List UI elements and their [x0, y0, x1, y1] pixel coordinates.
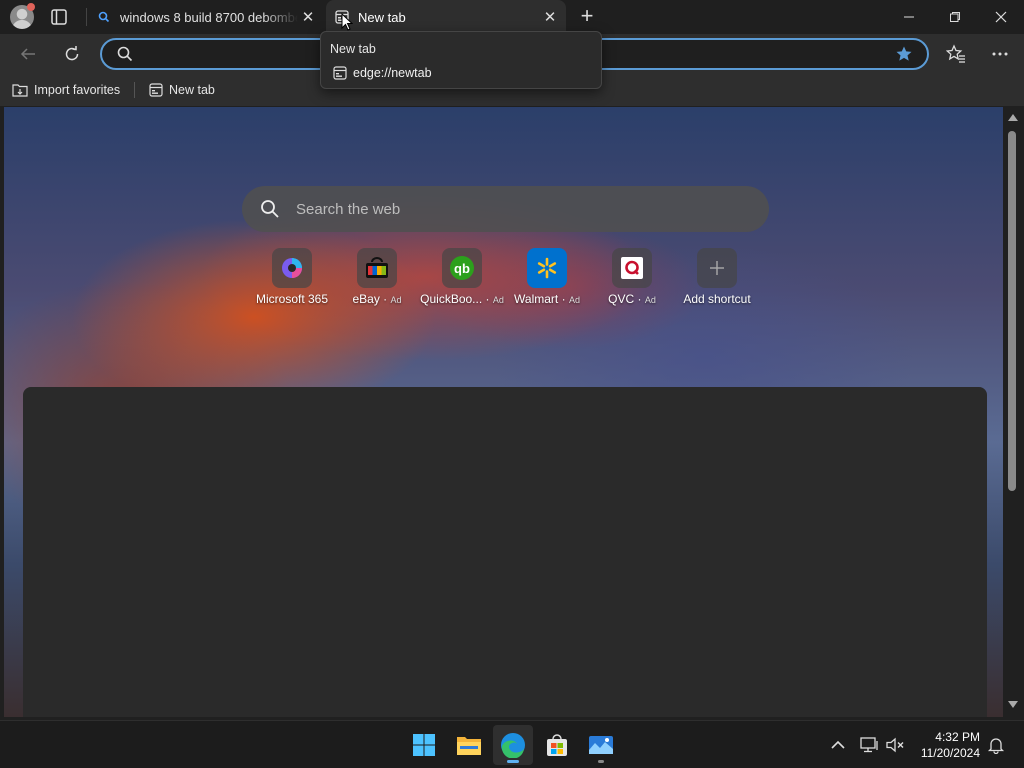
tab-close-icon[interactable]: ✕: [298, 7, 318, 27]
close-window-icon[interactable]: [978, 0, 1024, 34]
web-search-box[interactable]: [242, 186, 769, 232]
svg-text:qb: qb: [454, 261, 470, 276]
scroll-up-arrow-icon[interactable]: [1008, 114, 1018, 121]
quickbooks-icon: qb: [442, 248, 482, 288]
page-scrollbar[interactable]: [1003, 107, 1024, 717]
shortcut-label: eBay: [352, 292, 380, 306]
notification-bell-icon[interactable]: [986, 735, 1006, 755]
bookmark-import-favorites[interactable]: Import favorites: [12, 81, 120, 99]
shortcut-label: QVC: [608, 292, 635, 306]
shortcut-qvc[interactable]: QVC · Ad: [589, 248, 675, 312]
shortcut-add[interactable]: Add shortcut: [674, 248, 760, 312]
photos-app-icon[interactable]: [581, 725, 621, 765]
tab-separator: [86, 8, 87, 26]
folder-import-icon: [12, 84, 28, 97]
file-explorer-icon[interactable]: [449, 725, 489, 765]
search-icon: [117, 46, 133, 67]
title-bar: windows 8 build 8700 debombed ✕ New tab …: [0, 0, 1024, 34]
minimize-icon[interactable]: [886, 0, 932, 34]
clock-time: 4:32 PM: [935, 730, 980, 744]
favorites-icon[interactable]: [944, 42, 968, 66]
suggestion-header: New tab: [330, 42, 376, 56]
walmart-spark-icon: [527, 248, 567, 288]
shortcut-label: QuickBoo...: [420, 292, 483, 306]
ebay-bag-icon: [357, 248, 397, 288]
network-display-icon[interactable]: [859, 735, 879, 755]
system-clock[interactable]: 4:32 PM 11/20/2024: [912, 729, 980, 761]
content-feed-panel: [23, 387, 987, 717]
more-options-icon[interactable]: [988, 42, 1012, 66]
web-search-input[interactable]: [296, 197, 736, 221]
start-windows-icon[interactable]: [404, 725, 444, 765]
tab-title: New tab: [358, 9, 406, 25]
favorite-star-icon[interactable]: [895, 45, 913, 68]
suggestion-item[interactable]: edge://newtab: [333, 66, 432, 80]
suggestion-url: edge://newtab: [353, 66, 432, 80]
microsoft-365-icon: [272, 248, 312, 288]
qvc-icon: [612, 248, 652, 288]
tab-title: windows 8 build 8700 debombed: [120, 9, 298, 25]
active-app-indicator: [507, 760, 519, 763]
scroll-thumb[interactable]: [1008, 131, 1016, 491]
search-icon: [260, 199, 280, 224]
shortcut-label: Walmart: [514, 292, 559, 306]
shortcut-walmart[interactable]: Walmart · Ad: [504, 248, 590, 312]
refresh-icon[interactable]: [60, 42, 84, 66]
shortcut-microsoft-365[interactable]: Microsoft 365: [249, 248, 335, 312]
bookmark-separator: [134, 82, 135, 98]
volume-muted-icon[interactable]: [885, 735, 905, 755]
search-favicon-icon: [96, 9, 112, 25]
newtab-page-icon: [149, 83, 163, 97]
restore-icon[interactable]: [932, 0, 978, 34]
tab-actions-icon[interactable]: [50, 8, 68, 26]
ad-badge: Ad: [644, 295, 656, 305]
tab-search-result[interactable]: windows 8 build 8700 debombed ✕: [88, 0, 324, 34]
new-tab-plus-icon[interactable]: +: [576, 5, 598, 28]
clock-date: 11/20/2024: [920, 746, 980, 760]
shortcut-label: Add shortcut: [683, 292, 751, 306]
tab-new-tab[interactable]: New tab ✕: [326, 0, 566, 34]
shortcut-ebay[interactable]: eBay · Ad: [334, 248, 420, 312]
address-suggestion-dropdown: New tab edge://newtab: [320, 31, 602, 89]
tab-close-icon[interactable]: ✕: [540, 7, 560, 27]
scroll-down-arrow-icon[interactable]: [1008, 701, 1018, 708]
shortcut-quickbooks[interactable]: qb QuickBoo... · Ad: [419, 248, 505, 312]
shortcut-label: Microsoft 365: [255, 292, 329, 306]
bookmark-label: New tab: [169, 83, 215, 97]
edge-browser-icon[interactable]: [493, 725, 533, 765]
new-tab-page: Microsoft 365 eBay · Ad qb QuickBoo... ·…: [4, 107, 1003, 717]
newtab-page-icon: [333, 66, 347, 80]
back-arrow-icon[interactable]: [16, 42, 40, 66]
chevron-up-icon[interactable]: [828, 735, 848, 755]
bookmark-label: Import favorites: [34, 83, 121, 97]
running-app-indicator: [598, 760, 604, 763]
profile-notification-dot: [27, 3, 35, 11]
plus-icon: [697, 248, 737, 288]
ad-badge: Ad: [390, 295, 402, 305]
mouse-cursor-icon: [341, 12, 354, 36]
bookmark-new-tab[interactable]: New tab: [149, 81, 215, 99]
microsoft-store-icon[interactable]: [537, 725, 577, 765]
taskbar: 4:32 PM 11/20/2024: [0, 720, 1024, 768]
